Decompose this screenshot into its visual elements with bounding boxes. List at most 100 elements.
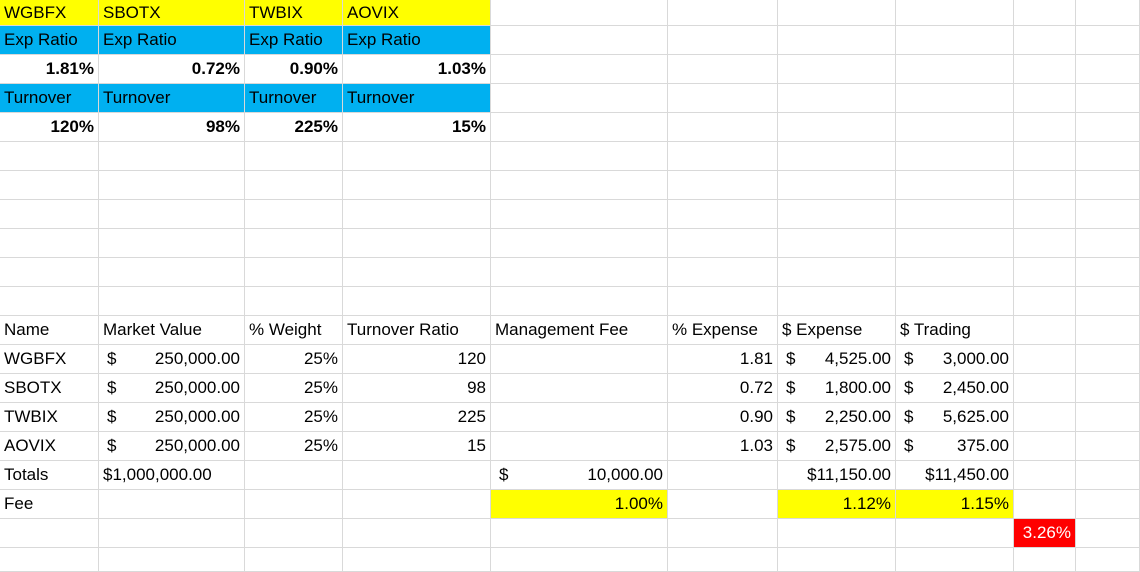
cell-r3-c7[interactable]: [896, 84, 1014, 113]
dollar-expense-cell[interactable]: $2,250.00: [778, 403, 896, 432]
cell-r18-c3[interactable]: [343, 519, 491, 548]
cell-r6-c6[interactable]: [778, 171, 896, 200]
cell-r11-c9[interactable]: [1076, 316, 1140, 345]
weight-cell[interactable]: 25%: [245, 432, 343, 461]
cell-r19-c3[interactable]: [343, 548, 491, 572]
cell-r2-c7[interactable]: [896, 55, 1014, 84]
cell-r16-c2[interactable]: [245, 461, 343, 490]
cell-r6-c7[interactable]: [896, 171, 1014, 200]
market-value-cell[interactable]: $250,000.00: [99, 432, 245, 461]
turnover-label-cell[interactable]: Turnover: [343, 84, 491, 113]
pct-expense-cell[interactable]: 0.72: [668, 374, 778, 403]
spreadsheet-grid[interactable]: WGBFX SBOTX TWBIX AOVIX Exp Ratio Exp Ratio Ex…: [0, 0, 1140, 572]
cell-r10-c6[interactable]: [778, 287, 896, 316]
cell-r19-c8[interactable]: [1014, 548, 1076, 572]
cell-r6-c2[interactable]: [245, 171, 343, 200]
turnover-ratio-cell[interactable]: 225: [343, 403, 491, 432]
cell-r7-c4[interactable]: [491, 200, 668, 229]
cell-r17-c1[interactable]: [99, 490, 245, 519]
turnover-ratio-cell[interactable]: 120: [343, 345, 491, 374]
dollar-expense-cell[interactable]: $2,575.00: [778, 432, 896, 461]
cell-r10-c0[interactable]: [0, 287, 99, 316]
dollar-trading-cell[interactable]: $2,450.00: [896, 374, 1014, 403]
fund-name-cell[interactable]: WGBFX: [0, 345, 99, 374]
dollar-trading-cell[interactable]: $5,625.00: [896, 403, 1014, 432]
cell-r9-c1[interactable]: [99, 258, 245, 287]
cell-r8-c2[interactable]: [245, 229, 343, 258]
cell-r1-c8[interactable]: [1014, 26, 1076, 55]
cell-r19-c4[interactable]: [491, 548, 668, 572]
cell-r5-c9[interactable]: [1076, 142, 1140, 171]
weight-cell[interactable]: 25%: [245, 374, 343, 403]
header-cell[interactable]: % Expense: [668, 316, 778, 345]
totals-label-cell[interactable]: Totals: [0, 461, 99, 490]
cell-r9-c7[interactable]: [896, 258, 1014, 287]
cell-r3-c6[interactable]: [778, 84, 896, 113]
cell-r10-c1[interactable]: [99, 287, 245, 316]
header-cell[interactable]: $ Expense: [778, 316, 896, 345]
cell-r5-c2[interactable]: [245, 142, 343, 171]
market-value-cell[interactable]: $250,000.00: [99, 403, 245, 432]
turnover-value-cell[interactable]: 98%: [99, 113, 245, 142]
turnover-value-cell[interactable]: 15%: [343, 113, 491, 142]
ticker-cell[interactable]: TWBIX: [245, 0, 343, 26]
header-cell[interactable]: Turnover Ratio: [343, 316, 491, 345]
cell-r4-c6[interactable]: [778, 113, 896, 142]
cell-r15-c4[interactable]: [491, 432, 668, 461]
cell-r8-c1[interactable]: [99, 229, 245, 258]
cell-r17-c2[interactable]: [245, 490, 343, 519]
pct-expense-cell[interactable]: 1.81: [668, 345, 778, 374]
cell-r6-c4[interactable]: [491, 171, 668, 200]
cell-r4-c7[interactable]: [896, 113, 1014, 142]
cell-r6-c1[interactable]: [99, 171, 245, 200]
dollar-trading-cell[interactable]: $375.00: [896, 432, 1014, 461]
turnover-value-cell[interactable]: 225%: [245, 113, 343, 142]
cell-r1-c7[interactable]: [896, 26, 1014, 55]
cell-r16-c3[interactable]: [343, 461, 491, 490]
cell-r6-c8[interactable]: [1014, 171, 1076, 200]
cell-r13-c8[interactable]: [1014, 374, 1076, 403]
cell-r19-c5[interactable]: [668, 548, 778, 572]
cell-r0-c5[interactable]: [668, 0, 778, 26]
cell-r8-c0[interactable]: [0, 229, 99, 258]
cell-r9-c5[interactable]: [668, 258, 778, 287]
total-management-fee-cell[interactable]: $10,000.00: [491, 461, 668, 490]
cell-r19-c9[interactable]: [1076, 548, 1140, 572]
cell-r9-c2[interactable]: [245, 258, 343, 287]
dollar-expense-cell[interactable]: $1,800.00: [778, 374, 896, 403]
cell-r2-c9[interactable]: [1076, 55, 1140, 84]
cell-r7-c6[interactable]: [778, 200, 896, 229]
cell-r18-c7[interactable]: [896, 519, 1014, 548]
expense-fee-pct-cell[interactable]: 1.12%: [778, 490, 896, 519]
total-expense-cell[interactable]: $11,150.00: [778, 461, 896, 490]
cell-r6-c5[interactable]: [668, 171, 778, 200]
cell-r14-c9[interactable]: [1076, 403, 1140, 432]
pct-expense-cell[interactable]: 1.03: [668, 432, 778, 461]
cell-r10-c3[interactable]: [343, 287, 491, 316]
turnover-label-cell[interactable]: Turnover: [99, 84, 245, 113]
cell-r10-c7[interactable]: [896, 287, 1014, 316]
cell-r0-c4[interactable]: [491, 0, 668, 26]
cell-r16-c8[interactable]: [1014, 461, 1076, 490]
ticker-cell[interactable]: SBOTX: [99, 0, 245, 26]
cell-r2-c8[interactable]: [1014, 55, 1076, 84]
turnover-label-cell[interactable]: Turnover: [245, 84, 343, 113]
cell-r13-c9[interactable]: [1076, 374, 1140, 403]
exp-ratio-label-cell[interactable]: Exp Ratio: [99, 26, 245, 55]
exp-ratio-label-cell[interactable]: Exp Ratio: [343, 26, 491, 55]
cell-r17-c5[interactable]: [668, 490, 778, 519]
cell-r9-c4[interactable]: [491, 258, 668, 287]
dollar-trading-cell[interactable]: $3,000.00: [896, 345, 1014, 374]
cell-r6-c3[interactable]: [343, 171, 491, 200]
cell-r3-c9[interactable]: [1076, 84, 1140, 113]
cell-r2-c5[interactable]: [668, 55, 778, 84]
cell-r19-c6[interactable]: [778, 548, 896, 572]
cell-r5-c4[interactable]: [491, 142, 668, 171]
cell-r0-c8[interactable]: [1014, 0, 1076, 26]
cell-r3-c4[interactable]: [491, 84, 668, 113]
cell-r10-c4[interactable]: [491, 287, 668, 316]
dollar-expense-cell[interactable]: $4,525.00: [778, 345, 896, 374]
cell-r10-c2[interactable]: [245, 287, 343, 316]
cell-r5-c1[interactable]: [99, 142, 245, 171]
cell-r16-c9[interactable]: [1076, 461, 1140, 490]
